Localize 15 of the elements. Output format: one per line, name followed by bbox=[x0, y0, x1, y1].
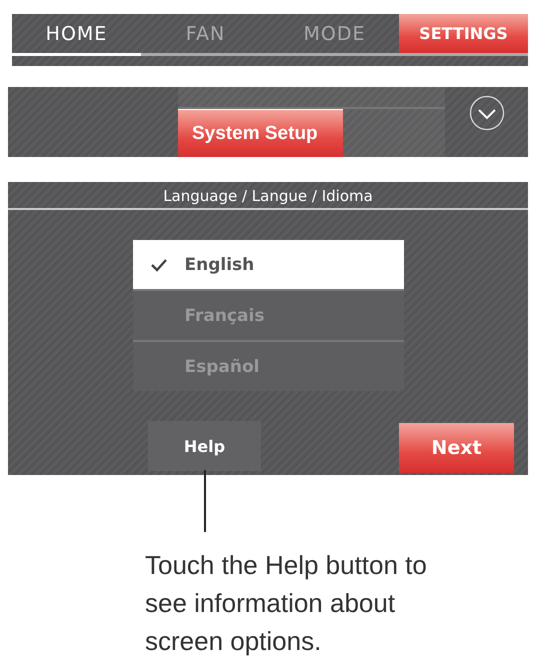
tab[interactable]: FAN bbox=[141, 14, 270, 53]
language-option[interactable]: English bbox=[132, 240, 404, 289]
tab[interactable]: MODE bbox=[270, 14, 399, 53]
language-option[interactable]: Español bbox=[132, 342, 404, 391]
dialog-title: Language / Langue / Idioma bbox=[8, 182, 528, 210]
help-button[interactable]: Help bbox=[148, 421, 261, 471]
next-button[interactable]: Next bbox=[399, 423, 514, 473]
checkmark-icon bbox=[150, 258, 168, 272]
menu-item[interactable]: System Setup bbox=[178, 109, 343, 157]
callout-text: Touch the Help button to see information about screen options. bbox=[145, 549, 428, 658]
chevron-down-icon[interactable] bbox=[468, 95, 504, 131]
tab[interactable]: HOME bbox=[12, 14, 141, 53]
language-option[interactable]: Français bbox=[132, 291, 404, 340]
tab[interactable]: SETTINGS bbox=[399, 14, 528, 53]
leader-line bbox=[204, 470, 206, 532]
